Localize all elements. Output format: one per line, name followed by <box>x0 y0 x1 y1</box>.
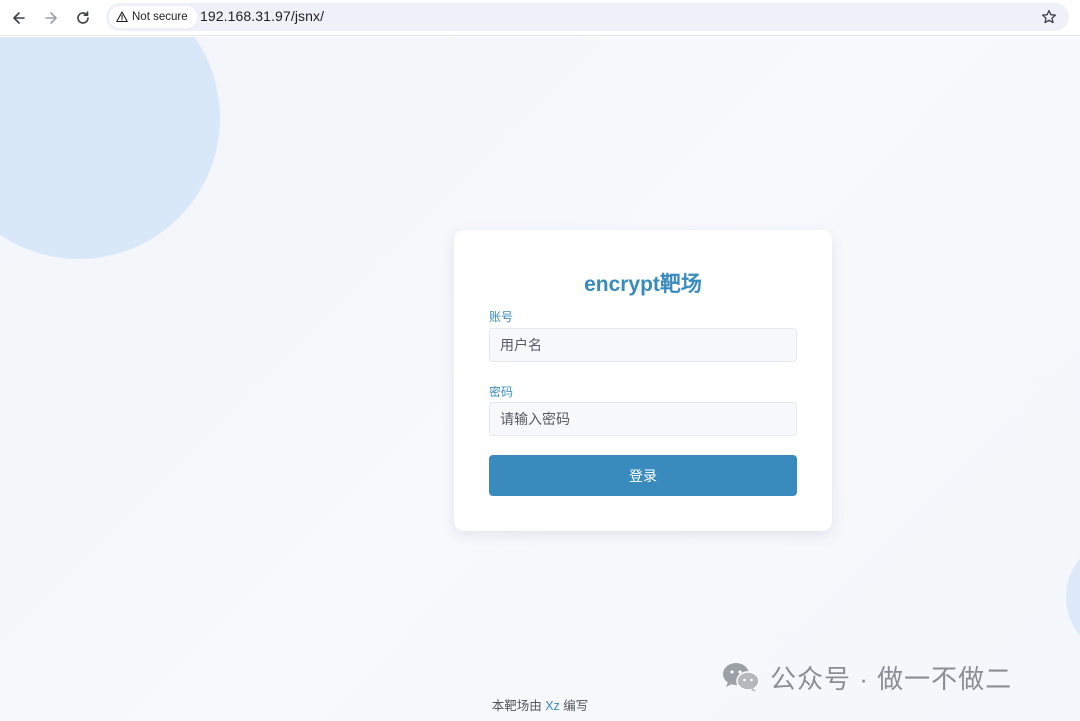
security-indicator[interactable]: Not secure <box>109 6 197 28</box>
decorative-circle <box>1066 537 1080 657</box>
footer-prefix: 本靶场由 <box>491 699 542 713</box>
address-bar[interactable]: Not secure 192.168.31.97/jsnx/ <box>106 3 1069 31</box>
star-icon[interactable] <box>1041 9 1057 25</box>
footer: 本靶场由 Xz 编写 <box>0 695 1080 714</box>
login-title: encrypt靶场 <box>584 273 702 296</box>
login-button[interactable]: 登录 <box>489 455 797 496</box>
footer-suffix: 编写 <box>563 699 589 713</box>
password-input[interactable] <box>489 402 797 436</box>
warning-icon <box>116 11 128 23</box>
security-label: Not secure <box>132 11 188 23</box>
forward-button[interactable] <box>40 7 62 29</box>
wechat-icon <box>723 663 760 692</box>
login-card: encrypt靶场 账号 密码 登录 <box>454 230 832 531</box>
watermark-text: 公众号 · 做一不做二 <box>770 663 1013 694</box>
watermark: 公众号 · 做一不做二 <box>720 659 1012 695</box>
username-label: 账号 <box>489 310 514 324</box>
footer-author: Xz <box>545 699 560 713</box>
reload-button[interactable] <box>72 7 94 29</box>
url-text: 192.168.31.97/jsnx/ <box>200 8 325 24</box>
back-icon <box>13 12 25 24</box>
decorative-circle <box>0 37 220 259</box>
reload-icon <box>77 11 89 24</box>
password-label: 密码 <box>489 385 514 399</box>
page-body: encrypt靶场 账号 密码 登录 公众号 · 做一不做二 本靶场由 Xz 编… <box>0 37 1080 721</box>
forward-icon <box>45 12 57 24</box>
browser-toolbar: Not secure 192.168.31.97/jsnx/ <box>0 0 1080 36</box>
back-button[interactable] <box>8 7 30 29</box>
username-input[interactable] <box>489 328 797 362</box>
